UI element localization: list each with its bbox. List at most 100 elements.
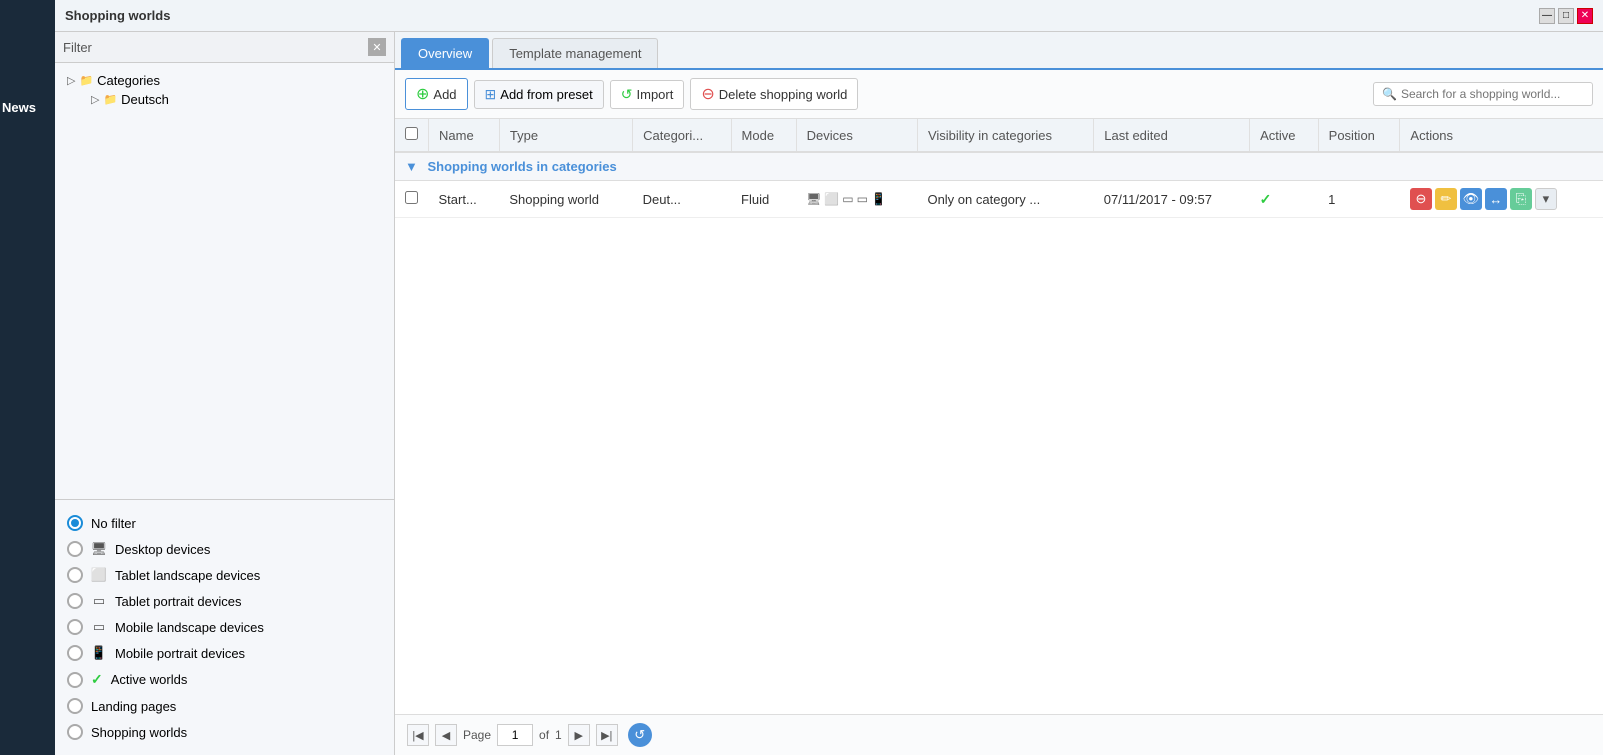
filter-option-mobile-landscape[interactable]: ▭ Mobile landscape devices xyxy=(63,614,386,640)
select-all-checkbox[interactable] xyxy=(405,127,418,140)
th-mode: Mode xyxy=(731,119,796,152)
add-from-preset-button[interactable]: ⊞ Add from preset xyxy=(474,80,604,109)
action-icons: ⊖ ✏ 👁 ↔ ⎘ ▾ xyxy=(1410,188,1593,210)
tab-template-management[interactable]: Template management xyxy=(492,38,658,68)
table-row: Start... Shopping world Deut... Fluid xyxy=(395,181,1603,218)
refresh-button[interactable]: ↺ xyxy=(628,723,652,747)
row-devices: 🖥 ⬜ ▭ ▭ 📱 xyxy=(796,181,917,218)
filter-option-tablet-landscape[interactable]: ⬜ Tablet landscape devices xyxy=(63,562,386,588)
tab-overview[interactable]: Overview xyxy=(401,38,489,68)
edit-button[interactable]: ✏ xyxy=(1435,188,1457,210)
delete-button[interactable]: ⊖ Delete shopping world xyxy=(690,78,858,110)
right-panel: Overview Template management ⊕ Add ⊞ Add… xyxy=(395,32,1603,755)
delete-icon: ⊖ xyxy=(701,84,714,104)
first-page-button[interactable]: |◀ xyxy=(407,724,429,746)
shopping-worlds-table: Name Type Categori... Mode Devices Visib… xyxy=(395,119,1603,218)
filter-option-landing-pages[interactable]: Landing pages xyxy=(63,693,386,719)
import-button[interactable]: ↺ Import xyxy=(610,80,685,109)
row-name: Start... xyxy=(429,181,500,218)
radio-no-filter[interactable] xyxy=(67,515,83,531)
filter-label-mobile-landscape: Mobile landscape devices xyxy=(115,620,264,635)
sync-button[interactable]: ↔ xyxy=(1485,188,1507,210)
filter-option-mobile-portrait[interactable]: 📱 Mobile portrait devices xyxy=(63,640,386,666)
filter-option-tablet-portrait[interactable]: ▭ Tablet portrait devices xyxy=(63,588,386,614)
toolbar: ⊕ Add ⊞ Add from preset ↺ Import ⊖ Delet… xyxy=(395,70,1603,119)
page-label: Page xyxy=(463,728,491,742)
row-last-edited: 07/11/2017 - 09:57 xyxy=(1094,181,1250,218)
window-controls: — □ ✕ xyxy=(1539,8,1593,24)
desktop-icon: 🖥 xyxy=(91,541,107,557)
view-button[interactable]: 👁 xyxy=(1460,188,1482,210)
section-toggle-icon[interactable]: ▼ xyxy=(405,159,418,174)
import-icon: ↺ xyxy=(621,86,633,103)
filter-label-mobile-portrait: Mobile portrait devices xyxy=(115,646,245,661)
deactivate-button[interactable]: ⊖ xyxy=(1410,188,1432,210)
prev-page-button[interactable]: ◀ xyxy=(435,724,457,746)
tree-item-deutsch[interactable]: ▷ 📁 Deutsch xyxy=(63,90,386,109)
next-page-button[interactable]: ▶ xyxy=(568,724,590,746)
folder-icon-deutsch: 📁 xyxy=(103,93,117,106)
more-actions-button[interactable]: ▾ xyxy=(1535,188,1557,210)
tablet-landscape-device-icon: ⬜ xyxy=(824,192,839,206)
search-icon: 🔍 xyxy=(1382,87,1397,101)
th-position: Position xyxy=(1318,119,1400,152)
pagination: |◀ ◀ Page of 1 ▶ ▶| ↺ xyxy=(395,714,1603,755)
radio-tablet-landscape[interactable] xyxy=(67,567,83,583)
radio-mobile-landscape[interactable] xyxy=(67,619,83,635)
maximize-button[interactable]: □ xyxy=(1558,8,1574,24)
mobile-portrait-icon: 📱 xyxy=(91,645,107,661)
add-button[interactable]: ⊕ Add xyxy=(405,78,468,110)
radio-desktop[interactable] xyxy=(67,541,83,557)
search-input[interactable] xyxy=(1401,87,1584,101)
table-area: Name Type Categori... Mode Devices Visib… xyxy=(395,119,1603,714)
copy-button[interactable]: ⎘ xyxy=(1510,188,1532,210)
filter-close-button[interactable]: ✕ xyxy=(368,38,386,56)
th-name: Name xyxy=(429,119,500,152)
tablet-portrait-icon: ▭ xyxy=(91,593,107,609)
sidebar: Filter ✕ ▷ 📁 Categories ▷ 📁 Deutsch xyxy=(55,32,395,755)
filter-option-shopping-worlds[interactable]: Shopping worlds xyxy=(63,719,386,745)
filter-option-desktop[interactable]: 🖥 Desktop devices xyxy=(63,536,386,562)
mobile-landscape-icon: ▭ xyxy=(91,619,107,635)
th-actions: Actions xyxy=(1400,119,1603,152)
filter-option-no-filter[interactable]: No filter xyxy=(63,510,386,536)
plus-icon: ⊕ xyxy=(416,84,429,104)
filter-label-no-filter: No filter xyxy=(91,516,136,531)
close-button[interactable]: ✕ xyxy=(1577,8,1593,24)
tree-label-categories: Categories xyxy=(97,73,160,88)
radio-landing-pages[interactable] xyxy=(67,698,83,714)
row-checkbox[interactable] xyxy=(405,191,418,204)
row-position: 1 xyxy=(1318,181,1400,218)
news-label: News xyxy=(2,100,36,115)
tabs-bar: Overview Template management xyxy=(395,32,1603,70)
radio-shopping-worlds[interactable] xyxy=(67,724,83,740)
main-container: Shopping worlds — □ ✕ Filter ✕ ▷ 📁 Categ… xyxy=(55,0,1603,755)
radio-inner-no-filter xyxy=(71,519,79,527)
filter-label-shopping-worlds: Shopping worlds xyxy=(91,725,187,740)
minimize-button[interactable]: — xyxy=(1539,8,1555,24)
last-page-button[interactable]: ▶| xyxy=(596,724,618,746)
table-body: ▼ Shopping worlds in categories Start... xyxy=(395,152,1603,218)
row-mode: Fluid xyxy=(731,181,796,218)
th-type: Type xyxy=(499,119,632,152)
search-box[interactable]: 🔍 xyxy=(1373,82,1593,106)
desktop-device-icon: 🖥 xyxy=(806,192,821,206)
filter-label-tablet-landscape: Tablet landscape devices xyxy=(115,568,260,583)
tree-label-deutsch: Deutsch xyxy=(121,92,169,107)
radio-mobile-portrait[interactable] xyxy=(67,645,83,661)
filter-label-active-worlds: Active worlds xyxy=(111,672,188,687)
tablet-portrait-device-icon: ▭ xyxy=(842,192,853,206)
radio-tablet-portrait[interactable] xyxy=(67,593,83,609)
filter-label-desktop: Desktop devices xyxy=(115,542,210,557)
filter-label: Filter xyxy=(63,40,368,55)
of-label: of xyxy=(539,728,549,742)
tree-item-categories[interactable]: ▷ 📁 Categories xyxy=(63,71,386,90)
section-header-cell: ▼ Shopping worlds in categories xyxy=(395,152,1603,181)
row-active: ✓ xyxy=(1250,181,1319,218)
mobile-landscape-device-icon: ▭ xyxy=(857,192,868,206)
table-header-row: Name Type Categori... Mode Devices Visib… xyxy=(395,119,1603,152)
expand-icon: ▷ xyxy=(67,74,75,87)
filter-option-active-worlds[interactable]: ✓ Active worlds xyxy=(63,666,386,693)
radio-active-worlds[interactable] xyxy=(67,672,83,688)
page-input[interactable] xyxy=(497,724,533,746)
